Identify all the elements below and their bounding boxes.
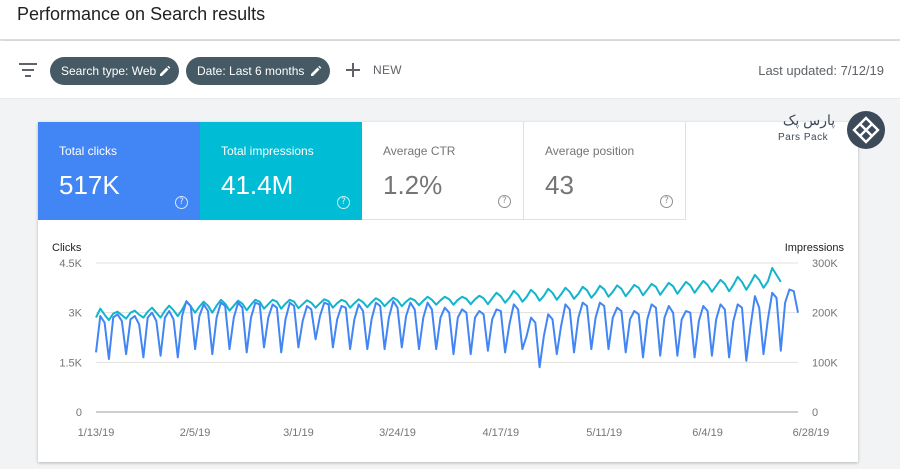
page-header: Performance on Search results bbox=[0, 0, 900, 40]
y-right-tick-label: 100K bbox=[812, 357, 838, 369]
pencil-icon bbox=[160, 65, 171, 76]
metric-average-position[interactable]: Average position 43 ? bbox=[524, 122, 686, 220]
x-tick-label: 3/1/19 bbox=[283, 427, 314, 439]
y-left-axis-title: Clicks bbox=[52, 242, 82, 254]
date-range-chip-label: Date: Last 6 months bbox=[197, 64, 305, 78]
x-tick-label: 2/5/19 bbox=[180, 427, 211, 439]
y-right-tick-label: 200K bbox=[812, 308, 838, 320]
search-type-chip[interactable]: Search type: Web bbox=[50, 57, 179, 85]
y-left-tick-label: 4.5K bbox=[59, 258, 82, 270]
x-tick-label: 4/17/19 bbox=[482, 427, 519, 439]
parspack-watermark: پارس پک Pars Pack bbox=[778, 110, 888, 152]
y-left-tick-label: 3K bbox=[69, 308, 83, 320]
y-right-tick-label: 300K bbox=[812, 258, 838, 270]
y-left-tick-label: 0 bbox=[76, 407, 82, 419]
help-icon[interactable]: ? bbox=[175, 196, 188, 209]
plus-icon[interactable] bbox=[346, 63, 360, 77]
metric-total-clicks[interactable]: Total clicks 517K ? bbox=[38, 122, 200, 220]
pencil-icon bbox=[311, 65, 322, 76]
metric-average-ctr[interactable]: Average CTR 1.2% ? bbox=[362, 122, 524, 220]
x-tick-label: 6/4/19 bbox=[692, 427, 723, 439]
new-filter-button[interactable]: NEW bbox=[373, 63, 402, 77]
metric-total-impressions[interactable]: Total impressions 41.4M ? bbox=[200, 122, 362, 220]
filter-icon[interactable] bbox=[19, 63, 37, 77]
metric-label: Total clicks bbox=[59, 144, 118, 158]
metric-label: Total impressions bbox=[221, 144, 314, 158]
metric-label: Average CTR bbox=[383, 144, 456, 158]
series-line-clicks bbox=[95, 288, 799, 369]
watermark-text-en: Pars Pack bbox=[778, 132, 829, 143]
parspack-logo-icon bbox=[847, 111, 885, 149]
metric-label: Average position bbox=[545, 144, 635, 158]
watermark-text-fa: پارس پک bbox=[782, 112, 836, 128]
date-range-chip[interactable]: Date: Last 6 months bbox=[186, 57, 330, 85]
x-tick-label: 3/24/19 bbox=[379, 427, 416, 439]
search-type-chip-label: Search type: Web bbox=[61, 64, 157, 78]
y-right-axis-title: Impressions bbox=[785, 242, 845, 254]
last-updated-text: Last updated: 7/12/19 bbox=[758, 63, 884, 78]
help-icon[interactable]: ? bbox=[498, 195, 511, 208]
page-title: Performance on Search results bbox=[17, 4, 266, 24]
x-tick-label: 6/28/19 bbox=[793, 427, 830, 439]
x-tick-label: 5/11/19 bbox=[586, 427, 622, 439]
help-icon[interactable]: ? bbox=[660, 195, 673, 208]
performance-chart: 4.5K 300K 3K 200K 1.5K 100K 0 0 Clicks Impression… bbox=[52, 242, 845, 439]
help-icon[interactable]: ? bbox=[337, 196, 350, 209]
y-right-tick-label: 0 bbox=[812, 407, 818, 419]
x-tick-label: 1/13/19 bbox=[78, 427, 115, 439]
y-left-tick-label: 1.5K bbox=[59, 357, 82, 369]
filter-bar: Search type: Web Date: Last 6 months NEW… bbox=[0, 41, 900, 99]
